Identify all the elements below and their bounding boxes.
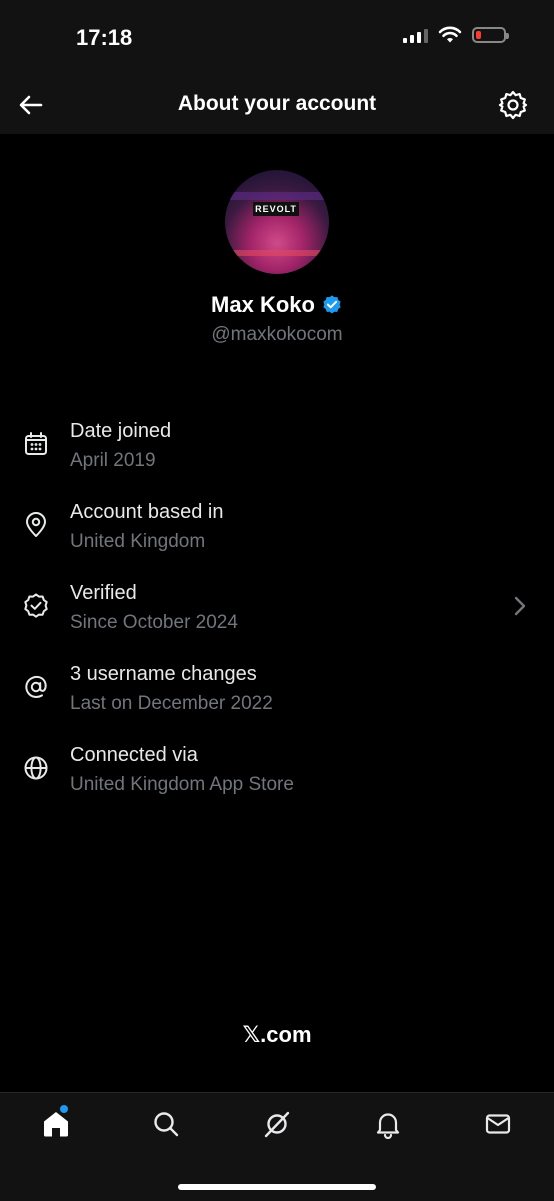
home-icon[interactable] [41, 1109, 71, 1139]
chevron-right-icon[interactable] [512, 594, 528, 618]
info-subtitle: United Kingdom [70, 531, 206, 552]
info-title: 3 username changes [70, 663, 257, 685]
status-time: 17:18 [76, 25, 133, 50]
grok-icon[interactable] [262, 1109, 292, 1139]
info-title: Date joined [70, 420, 172, 442]
info-subtitle: April 2019 [70, 450, 156, 471]
gear-icon[interactable] [496, 88, 530, 122]
name-row: Max Koko [0, 292, 554, 318]
bell-icon[interactable] [373, 1109, 403, 1139]
info-subtitle: United Kingdom App Store [70, 774, 294, 795]
status-icons [403, 26, 509, 44]
wifi-icon [438, 26, 462, 43]
cellular-signal-icon [403, 27, 428, 43]
verified-badge-icon [323, 295, 341, 314]
page-title: About your account [177, 92, 377, 115]
list-item-date-joined: Date joined April 2019 [0, 408, 554, 489]
battery-icon [472, 27, 509, 43]
at-sign-icon [25, 675, 47, 699]
list-item-account-location: Account based in United Kingdom [0, 489, 554, 570]
info-title: Connected via [70, 744, 198, 766]
info-subtitle: Since October 2024 [70, 612, 238, 633]
status-bar: 17:18 [0, 0, 554, 72]
x-com-logo: 𝕏.com [242, 1022, 312, 1047]
info-title: Verified [70, 582, 137, 604]
calendar-icon [25, 432, 47, 455]
search-icon[interactable] [151, 1109, 181, 1139]
top-nav-bar: About your account [0, 72, 554, 134]
home-notification-dot [60, 1105, 68, 1113]
profile-section: REVOLT Max Koko @maxkokocom [0, 170, 554, 346]
avatar-sign-text: REVOLT [253, 202, 299, 216]
mail-icon[interactable] [483, 1109, 513, 1139]
account-info-list: Date joined April 2019 Account based in … [0, 408, 554, 813]
display-name: Max Koko [211, 292, 315, 317]
info-subtitle: Last on December 2022 [70, 693, 273, 714]
list-item-verified[interactable]: Verified Since October 2024 [0, 570, 554, 651]
list-item-username-changes: 3 username changes Last on December 2022 [0, 651, 554, 732]
globe-icon [24, 756, 48, 780]
verified-badge-icon [24, 593, 48, 618]
info-title: Account based in [70, 501, 224, 523]
username-handle: @maxkokocom [211, 324, 343, 345]
list-item-connected-via: Connected via United Kingdom App Store [0, 732, 554, 813]
home-indicator[interactable] [178, 1184, 376, 1190]
avatar[interactable]: REVOLT [225, 170, 329, 274]
location-pin-icon [26, 512, 46, 537]
